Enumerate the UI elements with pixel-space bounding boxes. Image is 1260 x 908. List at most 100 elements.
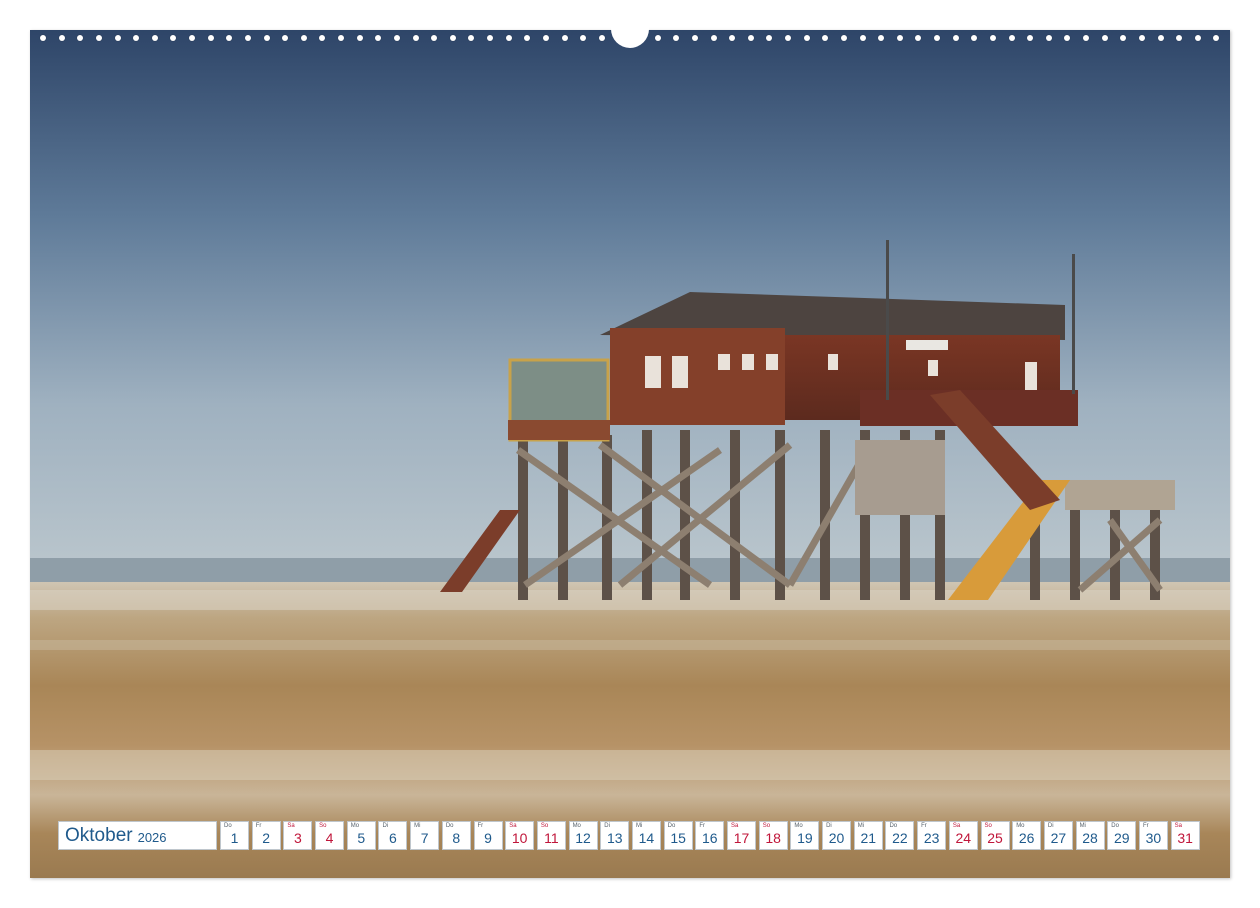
day-cell: Sa 31 [1170, 821, 1200, 850]
binding-hole [1138, 35, 1145, 41]
weekday-abbr: Di [826, 823, 832, 829]
day-cell: Sa 17 [727, 821, 756, 850]
binding-hole [989, 35, 996, 41]
weekday-abbr: Sa [731, 823, 739, 829]
binding-hole [244, 35, 251, 41]
day-cell: Fr 16 [695, 821, 725, 850]
year: 2026 [137, 829, 167, 845]
day-cell: Mi 14 [631, 821, 661, 850]
day-cell: Di 6 [378, 821, 408, 850]
binding-hole [840, 35, 847, 41]
day-number: 18 [765, 830, 781, 846]
day-number: 2 [262, 830, 271, 846]
weekday-abbr: Mo [350, 823, 360, 829]
day-cell: Do 15 [663, 821, 693, 850]
binding-hole [170, 35, 177, 41]
binding-hole [691, 35, 698, 41]
binding-hole [375, 35, 382, 41]
binding-hole [77, 35, 84, 41]
weekday-abbr: Di [1047, 823, 1054, 829]
weekday-abbr: So [319, 823, 327, 829]
day-cell: Do 1 [220, 821, 249, 850]
day-cell: So 18 [758, 821, 788, 850]
day-cell: Mi 7 [410, 821, 440, 850]
weekday-abbr: Sa [1174, 823, 1182, 829]
weekday-abbr: Fr [699, 823, 705, 829]
binding-hole [1027, 35, 1034, 41]
weekday-abbr: Sa [952, 823, 961, 829]
day-number: 21 [860, 830, 877, 846]
weekday-abbr: Mi [1079, 823, 1086, 829]
month-calendar-strip: Oktober 2026 Do 1 Fr 2 Sa 3 So 4 Mo 5 Di 6 Mi 7 Do 8 Fr 9… [58, 821, 1202, 850]
binding-hole [449, 35, 456, 41]
day-cell: Sa 3 [283, 821, 313, 850]
day-number: 8 [452, 830, 461, 846]
calendar-photo [30, 30, 1230, 878]
day-cell: Mo 26 [1012, 821, 1042, 850]
binding-hole [505, 35, 512, 41]
binding-hole [822, 35, 829, 41]
weekday-abbr: Fr [1142, 823, 1149, 829]
day-cell: Fr 9 [473, 821, 503, 850]
day-cell: Mo 5 [346, 821, 376, 850]
day-number: 27 [1050, 830, 1067, 846]
day-cell: Mo 12 [568, 821, 598, 850]
day-number: 30 [1145, 830, 1162, 846]
binding-hole [412, 35, 419, 41]
binding-hole [58, 35, 65, 41]
day-number: 19 [797, 830, 813, 846]
day-number: 3 [293, 830, 302, 846]
day-cell: Fr 30 [1138, 821, 1168, 850]
weekday-abbr: Fr [477, 823, 484, 829]
binding-hole [1064, 35, 1071, 41]
day-number: 15 [670, 830, 686, 846]
binding-hole [1213, 35, 1220, 41]
weekday-abbr: Fr [921, 823, 927, 829]
day-cell: Do 8 [441, 821, 471, 850]
day-number: 26 [1018, 830, 1035, 846]
binding-hole [133, 35, 140, 41]
day-number: 24 [955, 830, 972, 846]
day-number: 23 [923, 830, 940, 846]
binding-hole [915, 35, 922, 41]
binding-hole [1176, 35, 1183, 41]
day-number: 5 [357, 830, 366, 846]
day-number: 9 [484, 830, 492, 846]
weekday-abbr: Di [604, 823, 610, 829]
weekday-abbr: So [540, 823, 549, 829]
day-cell: So 25 [980, 821, 1010, 850]
day-cell: Do 22 [885, 821, 915, 850]
binding-hole [747, 35, 754, 41]
day-number: 14 [638, 830, 655, 846]
binding-hole [1157, 35, 1164, 41]
day-number: 25 [987, 830, 1003, 846]
day-number: 31 [1177, 830, 1193, 846]
day-cell: Mi 28 [1075, 821, 1105, 850]
weekday-abbr: So [984, 823, 992, 829]
day-number: 13 [606, 830, 623, 846]
binding-hole [524, 35, 531, 41]
day-number: 4 [325, 830, 334, 846]
weekday-abbr: Do [1111, 823, 1119, 829]
binding-hole [282, 35, 289, 41]
binding-hole [356, 35, 363, 41]
binding-hole [226, 35, 233, 41]
day-number: 7 [420, 830, 429, 846]
weekday-abbr: Mi [635, 823, 643, 829]
binding-hole [189, 35, 195, 41]
day-number: 12 [575, 830, 591, 846]
binding-hole [878, 35, 885, 41]
binding-hole [338, 35, 344, 41]
day-number: 22 [892, 830, 908, 846]
day-cell: Di 13 [600, 821, 630, 850]
binding-hole [151, 35, 158, 41]
binding-hole [40, 35, 46, 41]
day-number: 29 [1113, 830, 1130, 846]
weekday-abbr: Do [445, 823, 454, 829]
weekday-abbr: Mo [794, 823, 803, 829]
day-number: 16 [702, 830, 718, 846]
day-cell: Sa 10 [505, 821, 535, 850]
month-label: Oktober 2026 [58, 821, 217, 850]
binding-hole [859, 35, 866, 41]
binding-hole [803, 35, 810, 41]
